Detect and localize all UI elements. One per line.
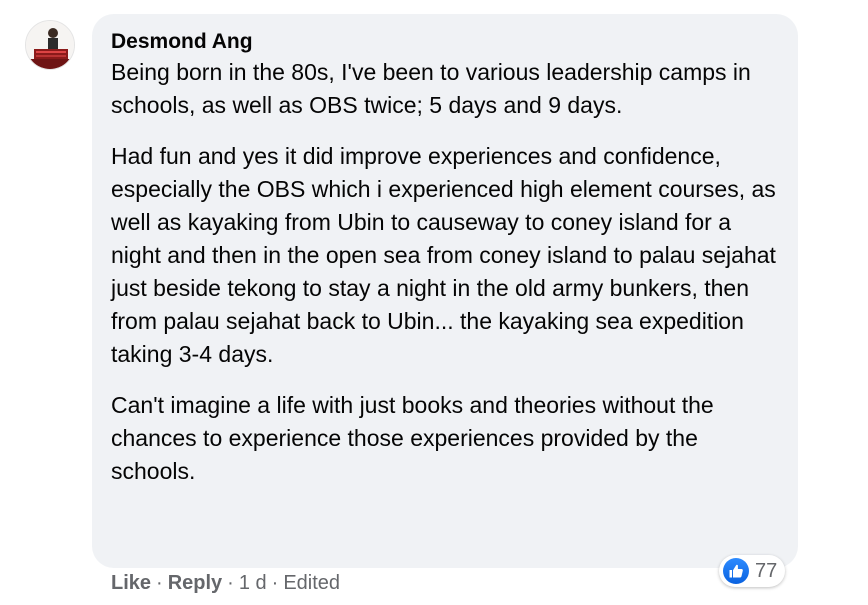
comment-author[interactable]: Desmond Ang: [111, 28, 780, 56]
like-thumb-icon: [723, 558, 749, 584]
comment-paragraph: Being born in the 80s, I've been to vari…: [111, 59, 751, 118]
like-link[interactable]: Like: [111, 572, 151, 595]
avatar[interactable]: [25, 20, 75, 70]
comment-container: Desmond Ang Being born in the 80s, I've …: [0, 0, 868, 605]
comment-bubble: Desmond Ang Being born in the 80s, I've …: [92, 14, 798, 568]
comment-paragraph: Can't imagine a life with just books and…: [111, 392, 714, 484]
separator-dot: ·: [156, 572, 163, 594]
avatar-image: [26, 21, 74, 69]
reaction-count: 77: [755, 559, 778, 582]
comment-timestamp[interactable]: 1 d: [239, 572, 267, 595]
edited-label[interactable]: Edited: [283, 572, 340, 595]
comment-actions: Like · Reply · 1 d · Edited: [111, 572, 340, 595]
separator-dot: ·: [271, 572, 279, 594]
reply-link[interactable]: Reply: [168, 572, 222, 595]
comment-paragraph: Had fun and yes it did improve experienc…: [111, 143, 776, 367]
reaction-summary[interactable]: 77: [719, 555, 786, 587]
separator-dot: ·: [227, 572, 234, 594]
